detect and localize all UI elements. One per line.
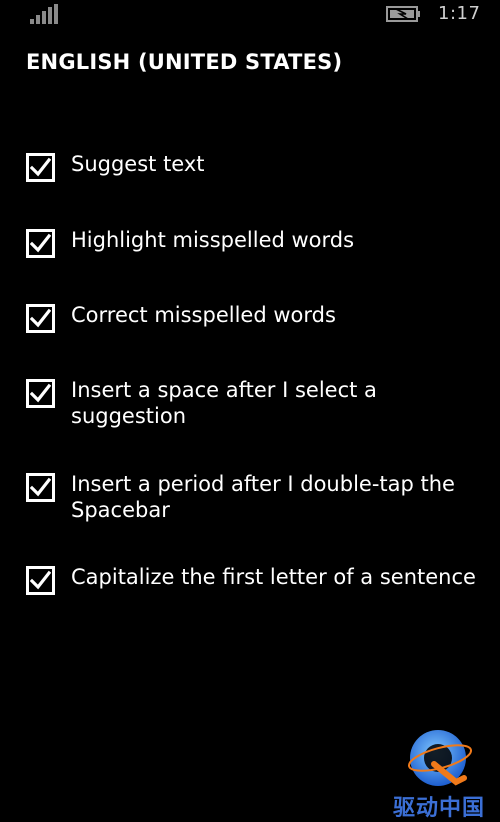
option-label: Highlight misspelled words [71,228,355,252]
checkbox[interactable] [26,229,55,258]
page-title: ENGLISH (UNITED STATES) [26,50,343,74]
option-insert-space[interactable]: Insert a space after I select a suggesti… [26,377,401,429]
option-suggest-text[interactable]: Suggest text [26,151,471,182]
checkbox[interactable] [26,473,55,502]
option-correct-misspelled[interactable]: Correct misspelled words [26,302,471,333]
option-label: Correct misspelled words [71,303,336,327]
checkmark-icon [30,477,51,497]
checkbox[interactable] [26,379,55,408]
option-label: Suggest text [71,152,205,176]
option-capitalize-first[interactable]: Capitalize the first letter of a sentenc… [26,564,491,595]
option-label: Insert a space after I select a suggesti… [71,378,377,428]
option-label: Insert a period after I double-tap the S… [71,472,455,522]
status-bar: 1:17 [0,0,500,32]
signal-strength-icon [30,4,58,24]
checkmark-icon [30,383,51,403]
checkmark-icon [30,233,51,253]
checkmark-icon [30,157,51,177]
status-time: 1:17 [438,3,481,24]
watermark: 驱动中国 [378,722,500,821]
option-label: Capitalize the first letter of a sentenc… [71,565,476,589]
watermark-text: 驱动中国 [392,796,485,821]
checkbox[interactable] [26,304,55,333]
checkbox[interactable] [26,566,55,595]
watermark-logo-icon [407,730,473,786]
checkbox[interactable] [26,153,55,182]
checkmark-icon [30,570,51,590]
option-insert-period[interactable]: Insert a period after I double-tap the S… [26,471,471,523]
battery-charging-icon [386,6,420,22]
option-highlight-misspelled[interactable]: Highlight misspelled words [26,227,471,258]
checkmark-icon [30,308,51,328]
